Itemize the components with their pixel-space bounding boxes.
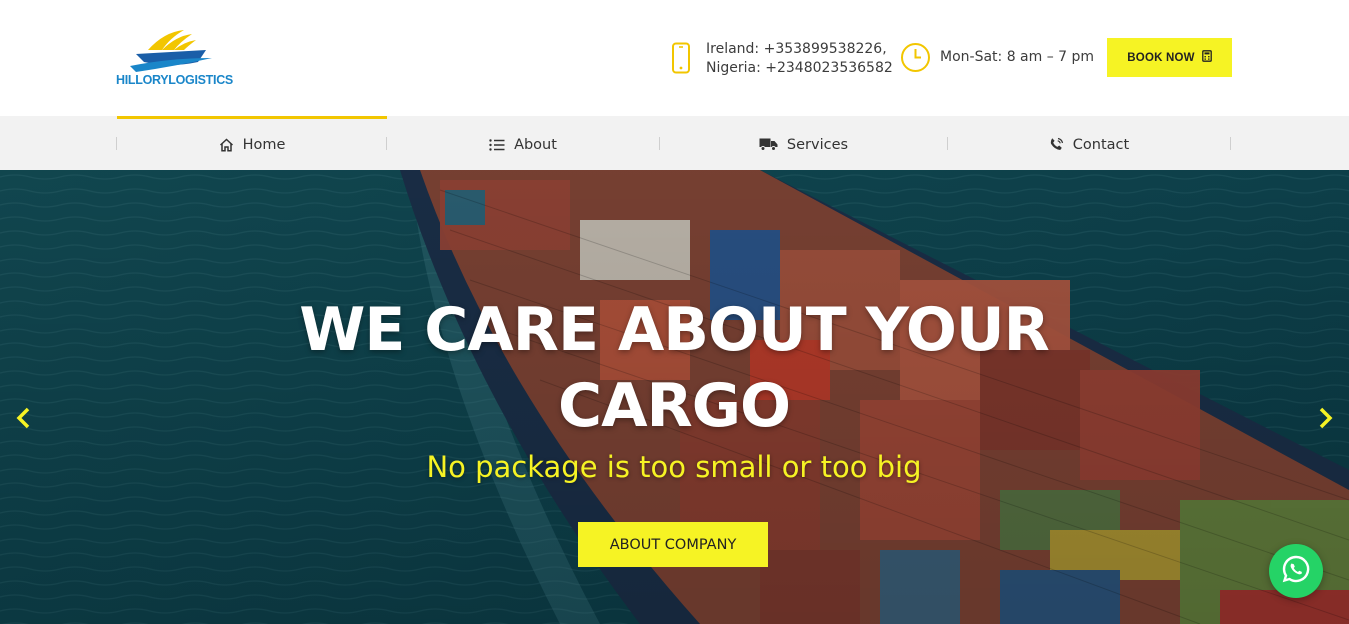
nav-item-home[interactable]: Home — [117, 119, 387, 170]
book-now-label: BOOK NOW — [1127, 51, 1195, 64]
hero-title: WE CARE ABOUT YOUR CARGO — [174, 292, 1174, 444]
hero-subtitle: No package is too small or too big — [426, 450, 922, 484]
nav-divider — [1230, 137, 1231, 150]
list-icon — [489, 138, 505, 151]
site-header: HILLORYLOGISTICS Ireland: +353899538226,… — [0, 0, 1349, 116]
nav-item-services[interactable]: Services — [660, 119, 947, 170]
logo-text: HILLORYLOGISTICS — [116, 73, 233, 87]
about-company-button[interactable]: ABOUT COMPANY — [578, 522, 768, 567]
whatsapp-icon — [1281, 554, 1311, 588]
phone-nigeria[interactable]: Nigeria: +2348023536582 — [706, 59, 893, 78]
nav-label-about: About — [514, 136, 557, 153]
hero-title-line1: WE CARE ABOUT YOUR — [299, 295, 1050, 365]
chevron-right-icon[interactable] — [1313, 406, 1337, 430]
truck-icon — [759, 138, 778, 151]
nav-label-services: Services — [786, 136, 849, 153]
nav-label-home: Home — [242, 136, 286, 153]
phone-ireland[interactable]: Ireland: +353899538226, — [706, 40, 893, 59]
whatsapp-chat-button[interactable] — [1269, 544, 1323, 598]
nav-item-about[interactable]: About — [387, 119, 659, 170]
mobile-phone-icon — [670, 42, 692, 78]
main-nav: Home About Services Contact — [0, 116, 1349, 170]
phone-call-icon — [1049, 137, 1064, 152]
calculator-icon — [1201, 50, 1212, 65]
chevron-left-icon[interactable] — [12, 406, 36, 430]
site-logo[interactable]: HILLORYLOGISTICS — [114, 28, 233, 90]
nav-label-contact: Contact — [1072, 136, 1130, 153]
clock-icon — [900, 42, 931, 77]
nav-item-contact[interactable]: Contact — [948, 119, 1230, 170]
home-icon — [219, 137, 234, 152]
book-now-button[interactable]: BOOK NOW — [1107, 38, 1232, 77]
ship-logo-icon — [130, 30, 212, 72]
hero-title-line2: CARGO — [558, 371, 791, 441]
hours-text: Mon-Sat: 8 am – 7 pm — [940, 49, 1095, 65]
hero-slider: WE CARE ABOUT YOUR CARGO No package is t… — [0, 170, 1349, 624]
